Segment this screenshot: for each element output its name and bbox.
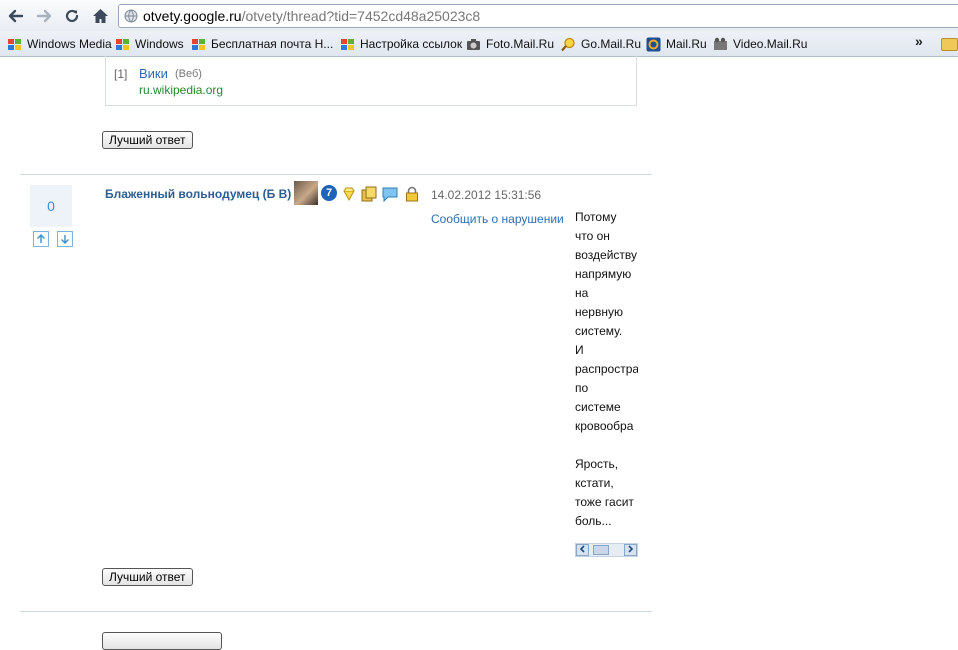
answer-line: Потому <box>575 210 617 224</box>
bookmark-label: Mail.Ru <box>666 37 707 51</box>
scroll-thumb[interactable] <box>593 545 609 555</box>
bookmarks-bar: Windows Media Windows Бесплатная почта Н… <box>0 31 958 57</box>
answer-line: что он <box>575 229 610 243</box>
back-arrow-icon <box>8 9 24 23</box>
answer-line: нервную <box>575 305 623 319</box>
source-number: [1] <box>114 67 128 81</box>
bookmark-windows[interactable]: Windows <box>115 35 184 53</box>
answer-line: Ярость, <box>575 457 619 471</box>
url-path: /otvety/thread?tid=7452cd48a25023c8 <box>241 8 481 24</box>
bookmark-windows-media[interactable]: Windows Media <box>7 35 112 53</box>
answer-line: по <box>575 381 589 395</box>
bookmark-label: Windows Media <box>27 37 112 51</box>
best-answer-button[interactable]: Лучший ответ <box>102 568 193 586</box>
avatar[interactable] <box>294 181 318 205</box>
sources-box <box>105 56 637 106</box>
film-icon <box>714 37 727 50</box>
answer-line: распростра <box>575 362 638 376</box>
answer-line: кровообра <box>575 419 634 433</box>
vote-down-button[interactable] <box>57 231 73 247</box>
folders-badge-icon <box>361 186 377 202</box>
bookmark-label: Windows <box>135 37 184 51</box>
source-type: (Веб) <box>175 68 202 80</box>
vote-count: 0 <box>30 185 72 227</box>
bookmark-label: Video.Mail.Ru <box>733 37 808 51</box>
bookmark-label: Настройка ссылок <box>360 37 463 51</box>
reload-button[interactable] <box>61 5 83 27</box>
home-button[interactable] <box>89 5 111 27</box>
url-text: otvety.google.ru/otvety/thread?tid=7452c… <box>143 8 480 24</box>
bookmarks-overflow-button[interactable]: » <box>915 33 923 49</box>
answer-line: тоже гасит <box>575 495 634 509</box>
answer-date: 14.02.2012 15:31:56 <box>431 188 542 202</box>
author-name[interactable]: Блаженный вольнодумец (Б В) <box>105 187 291 201</box>
globe-icon <box>124 9 138 23</box>
url-host: otvety.google.ru <box>143 8 242 24</box>
camera-icon <box>467 38 480 50</box>
answer-divider <box>20 611 652 612</box>
chevron-right-icon <box>628 545 634 553</box>
best-answer-button[interactable]: Лучший ответ <box>102 131 193 149</box>
bookmark-label: Foto.Mail.Ru <box>486 37 555 51</box>
forward-arrow-icon <box>36 9 52 23</box>
answer-divider <box>20 174 652 175</box>
answer-line: боль... <box>575 514 612 528</box>
bookmark-go-mail[interactable]: Go.Mail.Ru <box>561 35 641 53</box>
address-bar[interactable]: otvety.google.ru/otvety/thread?tid=7452c… <box>118 4 958 28</box>
bookmark-label: Бесплатная почта Н... <box>211 37 334 51</box>
answer-line: системе <box>575 400 621 414</box>
bookmark-label: Go.Mail.Ru <box>581 37 642 51</box>
vote-up-button[interactable] <box>33 231 49 247</box>
forward-button[interactable] <box>33 5 55 27</box>
bookmark-free-mail[interactable]: Бесплатная почта Н... <box>191 35 333 53</box>
folder-icon[interactable] <box>941 38 958 51</box>
chevron-left-icon <box>579 545 585 553</box>
bookmark-foto-mail[interactable]: Foto.Mail.Ru <box>466 35 554 53</box>
bookmark-link-settings[interactable]: Настройка ссылок <box>340 35 462 53</box>
windows-flag-icon <box>8 38 21 50</box>
scroll-right-button[interactable] <box>624 544 637 556</box>
user-level-badge: 7 <box>321 185 337 201</box>
answer-line: кстати, <box>575 476 614 490</box>
source-link[interactable]: Вики <box>139 66 168 81</box>
lock-badge-icon <box>406 186 418 202</box>
arrow-up-icon <box>37 234 45 243</box>
bookmark-video-mail[interactable]: Video.Mail.Ru <box>713 35 807 53</box>
windows-flag-icon <box>116 38 129 50</box>
chat-bubble-badge-icon <box>382 187 398 202</box>
windows-flag-icon <box>192 38 205 50</box>
windows-flag-icon <box>341 38 354 50</box>
magnifier-icon <box>561 37 575 51</box>
browser-toolbar: otvety.google.ru/otvety/thread?tid=7452c… <box>0 0 958 31</box>
answer-line <box>575 436 638 455</box>
bookmark-mail-ru[interactable]: Mail.Ru <box>646 35 707 53</box>
diamond-badge-icon <box>343 187 355 202</box>
home-icon <box>92 9 108 23</box>
reload-icon <box>65 9 79 23</box>
arrow-down-icon <box>61 235 69 244</box>
scroll-left-button[interactable] <box>576 544 589 556</box>
back-button[interactable] <box>5 5 27 27</box>
answer-line: напрямую <box>575 267 632 281</box>
answer-line: воздейству <box>575 248 638 262</box>
answer-line: И <box>575 343 584 357</box>
answer-text: Потому что он воздейству напрямую на нер… <box>575 208 638 534</box>
answer-line: на <box>575 286 589 300</box>
answer-line: систему. <box>575 324 623 338</box>
mailru-icon <box>646 37 661 51</box>
source-url[interactable]: ru.wikipedia.org <box>139 83 223 97</box>
report-violation-link[interactable]: Сообщить о нарушении <box>431 212 564 226</box>
best-answer-button-partial[interactable] <box>102 632 222 650</box>
horizontal-scrollbar[interactable] <box>575 543 638 557</box>
